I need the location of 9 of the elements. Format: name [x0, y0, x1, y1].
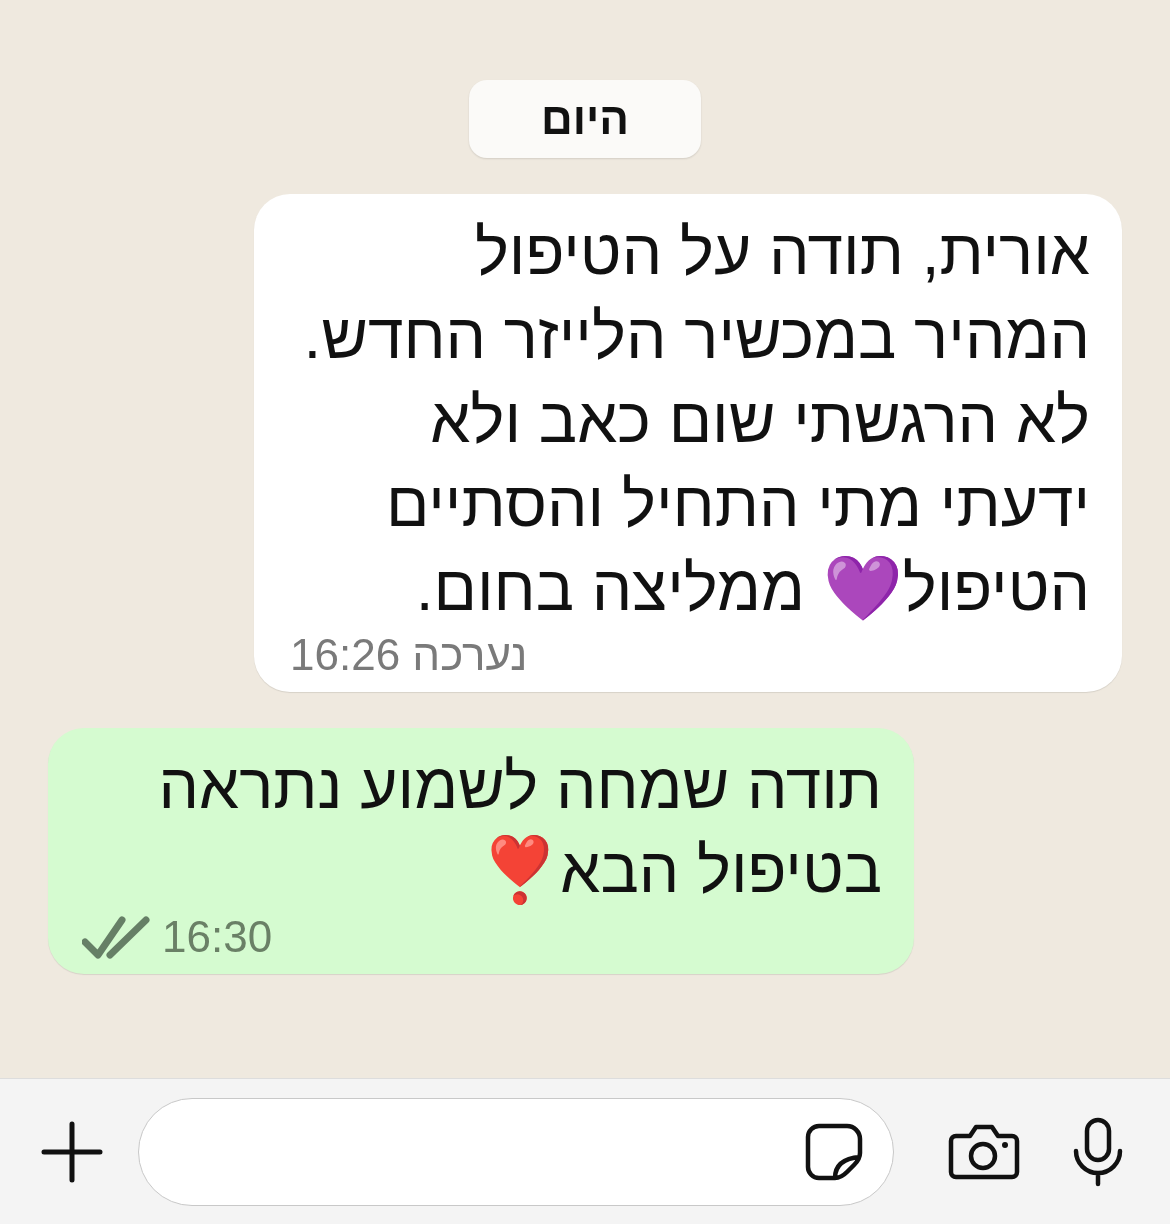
sticker-icon[interactable]	[805, 1122, 863, 1181]
camera-icon[interactable]	[948, 1123, 1020, 1180]
message-text: תודה שמחה לשמוע נתראה בטיפול הבא❣	[157, 749, 882, 908]
message-text: אורית, תודה על הטיפול המהיר במכשיר הלייזר החדש. לא הרגשתי שום כאב ולא ידעתי מתי התחיל והסתיים הטיפול💜 ממליצה בחום.	[302, 215, 1090, 626]
plus-icon[interactable]	[40, 1119, 104, 1184]
microphone-icon[interactable]	[1072, 1116, 1124, 1187]
message-time: נערכה 16:26	[290, 630, 528, 680]
date-chip: היום	[469, 80, 701, 158]
message-time: 16:30	[162, 912, 273, 962]
